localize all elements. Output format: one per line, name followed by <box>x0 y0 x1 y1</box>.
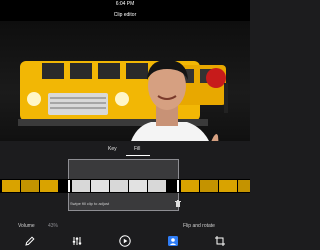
page-title: Clip editor <box>113 12 137 18</box>
clip-properties: Volume 43% Flip and rotate <box>0 218 250 232</box>
crop-icon[interactable] <box>214 235 226 247</box>
title-bar: Clip editor <box>0 9 250 21</box>
video-preview[interactable] <box>0 21 250 141</box>
mode-tabs: Key Fill <box>0 142 250 158</box>
person-overlay-image <box>131 60 219 141</box>
volume-label[interactable]: Volume <box>18 222 35 230</box>
flip-rotate-button[interactable]: Flip and rotate <box>183 222 215 230</box>
film-frame <box>72 180 90 192</box>
film-frame <box>40 180 58 192</box>
film-frame <box>110 180 128 192</box>
person-layer-icon[interactable] <box>167 235 179 247</box>
film-frame <box>219 180 237 192</box>
swipe-hint: Swipe fill clip to adjust <box>70 201 110 206</box>
filmstrip[interactable] <box>0 179 250 193</box>
clip-end-handle[interactable] <box>177 180 179 192</box>
film-frame <box>2 180 20 192</box>
film-frame <box>129 180 147 192</box>
active-tab-indicator <box>126 155 150 156</box>
tab-fill[interactable]: Fill <box>134 145 140 153</box>
film-frame <box>200 180 218 192</box>
bottom-toolbar <box>0 232 250 250</box>
play-icon[interactable] <box>119 235 131 247</box>
clip-start-handle[interactable] <box>68 180 70 192</box>
timeline[interactable]: Swipe fill clip to adjust <box>0 159 250 214</box>
film-frame <box>21 180 39 192</box>
adjust-icon[interactable] <box>71 235 83 247</box>
volume-value: 43% <box>48 223 59 229</box>
status-time: 6:04 PM <box>115 1 135 7</box>
edit-icon[interactable] <box>24 235 36 247</box>
tab-key[interactable]: Key <box>108 145 117 153</box>
trash-icon[interactable] <box>175 200 181 207</box>
film-frame <box>91 180 109 192</box>
film-frame <box>148 180 166 192</box>
film-frame <box>238 180 250 192</box>
film-frame <box>181 180 199 192</box>
status-bar: 6:04 PM <box>0 0 250 9</box>
